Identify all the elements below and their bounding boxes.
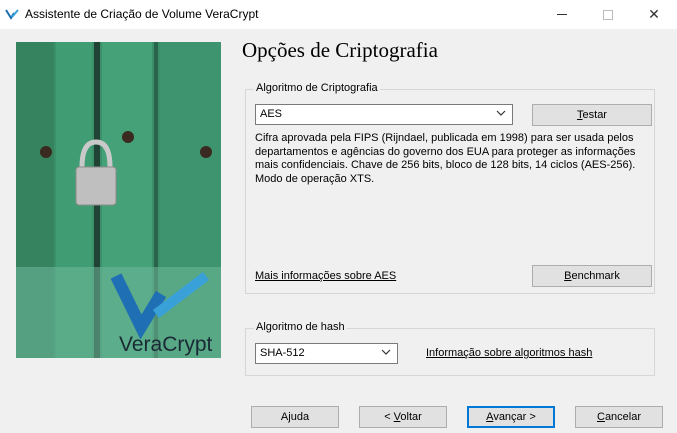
hash-group-legend: Algoritmo de hash	[254, 321, 347, 333]
wizard-banner-image: VeraCrypt	[16, 42, 221, 358]
window-title: Assistente de Criação de Volume VeraCryp…	[25, 7, 259, 21]
maximize-icon	[603, 9, 613, 20]
back-button[interactable]: < Voltar	[359, 406, 447, 428]
chevron-down-icon	[381, 349, 391, 355]
minimize-button[interactable]	[539, 0, 585, 29]
encryption-group-legend: Algoritmo de Criptografia	[254, 82, 380, 94]
close-icon: ✕	[648, 6, 660, 22]
close-button[interactable]: ✕	[631, 0, 677, 29]
title-bar: Assistente de Criação de Volume VeraCryp…	[0, 0, 677, 29]
hash-info-link[interactable]: Informação sobre algoritmos hash	[426, 347, 592, 359]
test-button[interactable]: Testar	[532, 104, 652, 126]
encryption-selected-value: AES	[260, 108, 283, 120]
encryption-algorithm-select[interactable]: AES	[255, 104, 513, 125]
hash-selected-value: SHA-512	[260, 347, 305, 359]
hash-algorithm-select[interactable]: SHA-512	[255, 343, 398, 364]
page-title: Opções de Criptografia	[242, 38, 438, 62]
more-info-aes-link[interactable]: Mais informações sobre AES	[255, 270, 396, 282]
cancel-button[interactable]: Cancelar	[575, 406, 663, 428]
veracrypt-app-icon	[5, 9, 19, 20]
help-button[interactable]: Ajuda	[251, 406, 339, 428]
benchmark-button[interactable]: Benchmark	[532, 265, 652, 287]
chevron-down-icon	[496, 110, 506, 116]
veracrypt-brand-text: VeraCrypt	[119, 333, 213, 356]
algorithm-description: Cifra aprovada pela FIPS (Rijndael, publ…	[255, 132, 636, 185]
next-button[interactable]: Avançar >	[467, 406, 555, 428]
padlock-door-illustration: VeraCrypt	[16, 42, 221, 358]
maximize-button[interactable]	[585, 0, 631, 29]
minimize-icon	[557, 14, 567, 15]
